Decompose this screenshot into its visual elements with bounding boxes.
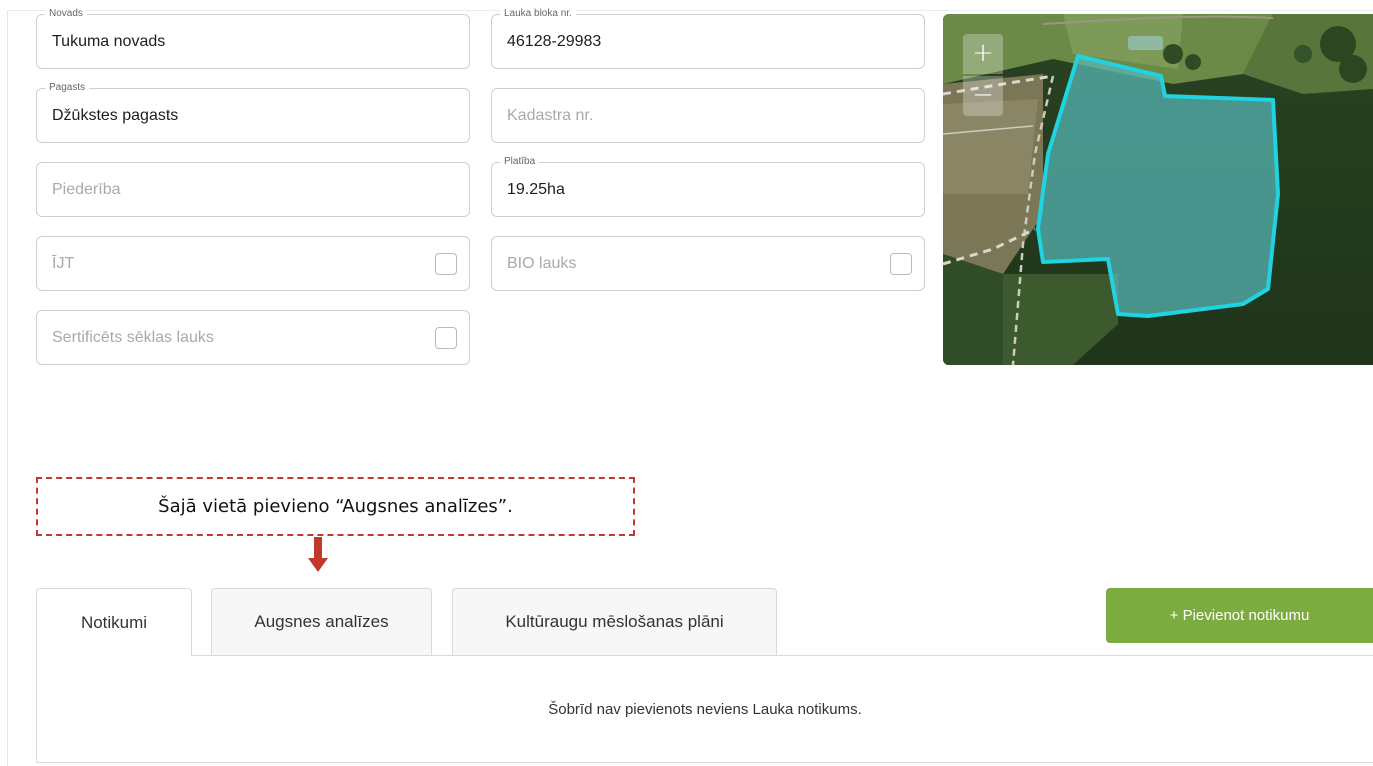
kadastra-nr-placeholder: Kadastra nr. <box>507 106 594 124</box>
page-top-border <box>8 10 1373 11</box>
novads-field[interactable]: Novads Tukuma novads <box>36 8 470 69</box>
arrow-down-icon <box>308 537 328 572</box>
sertificets-checkbox[interactable] <box>435 326 457 349</box>
tab-kulturaugu-meslosanas-plani[interactable]: Kultūraugu mēslošanas plāni <box>452 588 777 655</box>
empty-state-message: Šobrīd nav pievienots neviens Lauka noti… <box>548 700 862 718</box>
novads-label: Novads <box>45 8 87 20</box>
lauka-bloka-nr-label: Lauka bloka nr. <box>500 8 576 20</box>
zoom-out-button[interactable]: − <box>963 76 1003 116</box>
tab-augsnes-analizes-label: Augsnes analīzes <box>254 612 389 631</box>
bio-lauks-label: BIO lauks <box>507 254 577 272</box>
sertificets-field: Sertificēts sēklas lauks <box>36 310 470 365</box>
platiba-label: Platība <box>500 156 540 168</box>
piederiba-field[interactable]: Piederība <box>36 162 470 217</box>
tab-augsnes-analizes[interactable]: Augsnes analīzes <box>211 588 432 655</box>
kadastra-nr-field[interactable]: Kadastra nr. <box>491 88 925 143</box>
add-event-button-label: + Pievienot notikumu <box>1169 607 1310 624</box>
field-map[interactable]: + − <box>943 14 1373 365</box>
platiba-field[interactable]: Platība 19.25ha <box>491 156 925 217</box>
pagasts-field[interactable]: Pagasts Džūkstes pagasts <box>36 82 470 143</box>
platiba-value: 19.25ha <box>507 180 565 198</box>
tab-notikumi-label: Notikumi <box>80 612 148 632</box>
events-panel: Šobrīd nav pievienots neviens Lauka noti… <box>36 655 1373 763</box>
tab-notikumi[interactable]: Notikumi <box>36 588 192 656</box>
satellite-imagery <box>943 14 1373 365</box>
tab-kulturaugu-meslosanas-plani-label: Kultūraugu mēslošanas plāni <box>505 612 724 631</box>
bio-lauks-checkbox[interactable] <box>890 252 912 275</box>
novads-value: Tukuma novads <box>52 32 166 50</box>
lauka-bloka-nr-field[interactable]: Lauka bloka nr. 46128-29983 <box>491 8 925 69</box>
zoom-in-button[interactable]: + <box>963 34 1003 74</box>
pagasts-value: Džūkstes pagasts <box>52 106 179 124</box>
bio-lauks-field: BIO lauks <box>491 236 925 291</box>
pagasts-label: Pagasts <box>45 82 90 94</box>
annotation-callout: Šajā vietā pievieno “Augsnes analīzes”. <box>36 477 635 536</box>
piederiba-placeholder: Piederība <box>52 180 121 198</box>
ijt-checkbox[interactable] <box>435 252 457 275</box>
add-event-button[interactable]: + Pievienot notikumu <box>1106 588 1373 643</box>
lauka-bloka-nr-value: 46128-29983 <box>507 32 602 50</box>
ijt-label: ĪJT <box>52 254 75 272</box>
sertificets-label: Sertificēts sēklas lauks <box>52 328 214 346</box>
page-left-border <box>0 10 8 766</box>
annotation-text: Šajā vietā pievieno “Augsnes analīzes”. <box>158 496 513 517</box>
ijt-field: ĪJT <box>36 236 470 291</box>
